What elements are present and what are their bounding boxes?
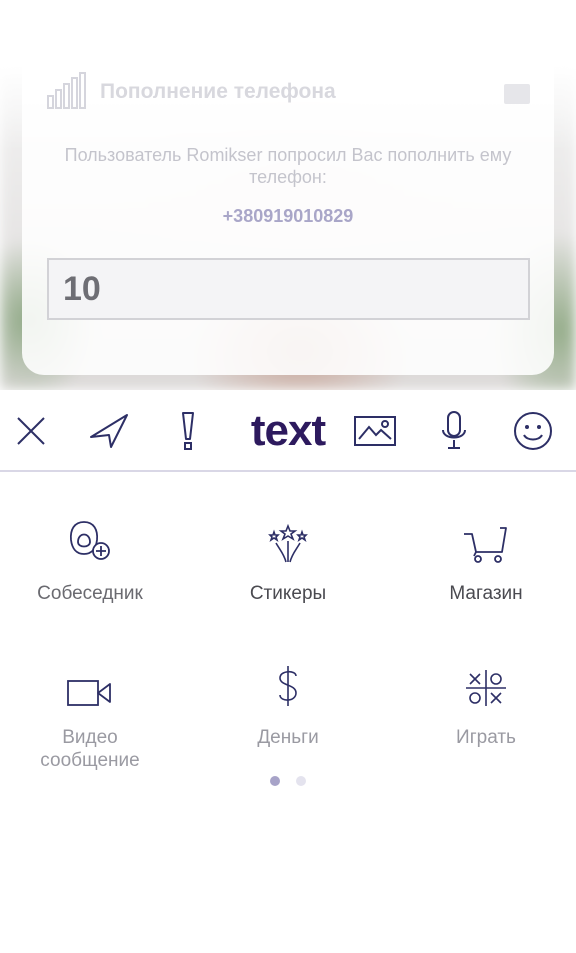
amount-input[interactable] [47,258,530,320]
exclamation-icon [182,412,194,450]
grid-item-video-message[interactable]: Видео сообщение [0,652,186,772]
page-dot-2[interactable] [296,776,306,786]
phone-topup-card: Пополнение телефона Пользователь Romikse… [22,40,554,375]
voice-button[interactable] [432,408,476,454]
text-tool-label: text [250,406,326,455]
page-dot-1[interactable] [270,776,280,786]
attach-menu: Собеседник Стикеры Магазин Видео сообщен… [0,472,576,953]
phone-number: +380919010829 [222,206,354,226]
shopping-cart-icon [464,527,507,563]
dollar-icon [279,666,297,706]
send-button[interactable] [86,408,132,454]
microphone-icon [442,411,466,449]
close-icon [17,417,45,445]
grid-item-label: Стикеры [249,583,327,604]
grid-item-label: Видео сообщение [40,727,140,771]
tic-tac-toe-icon [466,670,506,706]
card-header: Пополнение телефона [46,68,530,112]
urgent-button[interactable] [170,408,206,454]
grid-item-play[interactable]: Играть [390,652,576,772]
grid-item-money[interactable]: Деньги [192,652,384,772]
page-indicator [0,776,576,786]
grid-item-label: Играть [456,727,516,748]
card-close-button[interactable] [504,84,530,104]
grid-item-contact[interactable]: Собеседник [0,508,186,628]
grid-item-label: Собеседник [37,583,143,604]
grid-item-label: Деньги [257,727,319,748]
grid-item-label: Магазин [449,583,523,604]
smiley-icon [514,412,552,450]
text-tool-button[interactable]: text [240,406,336,455]
close-button[interactable] [10,408,52,454]
grid-item-stickers[interactable]: Стикеры [192,508,384,628]
composer-toolbar: text [0,390,576,472]
background-photo-area: Пополнение телефона Пользователь Romikse… [0,0,576,390]
video-camera-icon [67,680,111,706]
image-button[interactable] [352,408,398,454]
request-message: Пользователь Romikser попросил Вас попол… [64,145,512,187]
grid-item-shop[interactable]: Магазин [390,508,576,628]
signal-bars-icon [47,72,86,109]
send-arrow-icon [90,414,128,448]
contact-add-icon [69,521,110,560]
stickers-icon [268,524,308,563]
card-title: Пополнение телефона [100,80,336,103]
image-icon [354,416,396,446]
emoji-button[interactable] [510,408,556,454]
